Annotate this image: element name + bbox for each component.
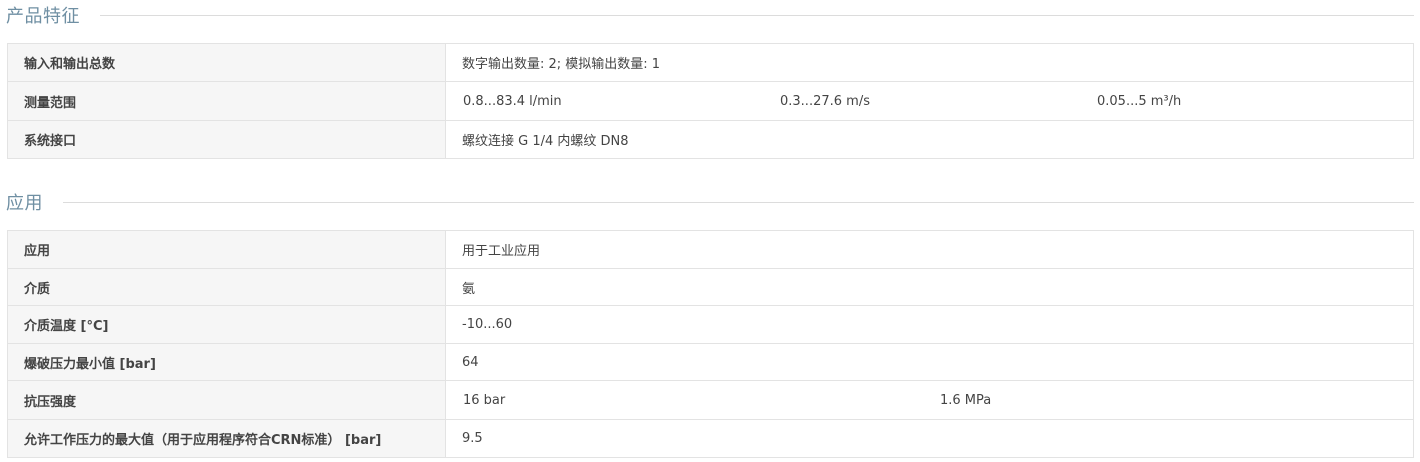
value-part: 16 bar (463, 392, 506, 408)
spec-table-application: 应用 用于工业应用 介质 氨 介质温度 [°C] -10...60 爆破压力最小… (7, 230, 1414, 458)
value-part: 1.6 MPa (940, 392, 992, 408)
row-value: 用于工业应用 (445, 230, 1414, 269)
section-title: 产品特征 (6, 6, 80, 27)
table-row: 介质 氨 (7, 268, 1414, 306)
section-header-application: 应用 (6, 187, 1414, 217)
row-label: 抗压强度 (7, 380, 446, 420)
table-row: 应用 用于工业应用 (7, 230, 1414, 269)
row-label: 允许工作压力的最大值（用于应用程序符合CRN标准） [bar] (7, 419, 446, 458)
row-value: 64 (445, 343, 1414, 381)
table-row: 爆破压力最小值 [bar] 64 (7, 343, 1414, 381)
section-divider (63, 201, 1414, 203)
table-row: 测量范围 0.8...83.4 l/min 0.3...27.6 m/s 0.0… (7, 81, 1414, 121)
table-row: 系统接口 螺纹连接 G 1/4 内螺纹 DN8 (7, 120, 1414, 159)
row-label: 爆破压力最小值 [bar] (7, 343, 446, 381)
row-label: 介质温度 [°C] (7, 305, 446, 344)
row-value: -10...60 (445, 305, 1414, 344)
row-label: 测量范围 (7, 81, 446, 121)
table-row: 输入和输出总数 数字输出数量: 2; 模拟输出数量: 1 (7, 43, 1414, 82)
row-label: 应用 (7, 230, 446, 269)
value-part: 0.8...83.4 l/min (463, 93, 562, 109)
row-value: 16 bar 1.6 MPa (445, 380, 1414, 420)
row-value: 9.5 (445, 419, 1414, 458)
row-label: 输入和输出总数 (7, 43, 446, 82)
row-value: 螺纹连接 G 1/4 内螺纹 DN8 (445, 120, 1414, 159)
row-label: 介质 (7, 268, 446, 306)
spec-table-product-features: 输入和输出总数 数字输出数量: 2; 模拟输出数量: 1 测量范围 0.8...… (7, 43, 1414, 159)
value-part: 0.3...27.6 m/s (780, 93, 870, 109)
row-value: 数字输出数量: 2; 模拟输出数量: 1 (445, 43, 1414, 82)
section-divider (100, 14, 1414, 16)
section-title: 应用 (6, 193, 43, 214)
table-row: 抗压强度 16 bar 1.6 MPa (7, 380, 1414, 420)
table-row: 介质温度 [°C] -10...60 (7, 305, 1414, 344)
section-header-product-features: 产品特征 (6, 0, 1414, 30)
table-row: 允许工作压力的最大值（用于应用程序符合CRN标准） [bar] 9.5 (7, 419, 1414, 458)
row-label: 系统接口 (7, 120, 446, 159)
row-value: 0.8...83.4 l/min 0.3...27.6 m/s 0.05...5… (445, 81, 1414, 121)
value-part: 0.05...5 m³/h (1097, 93, 1182, 109)
row-value: 氨 (445, 268, 1414, 306)
